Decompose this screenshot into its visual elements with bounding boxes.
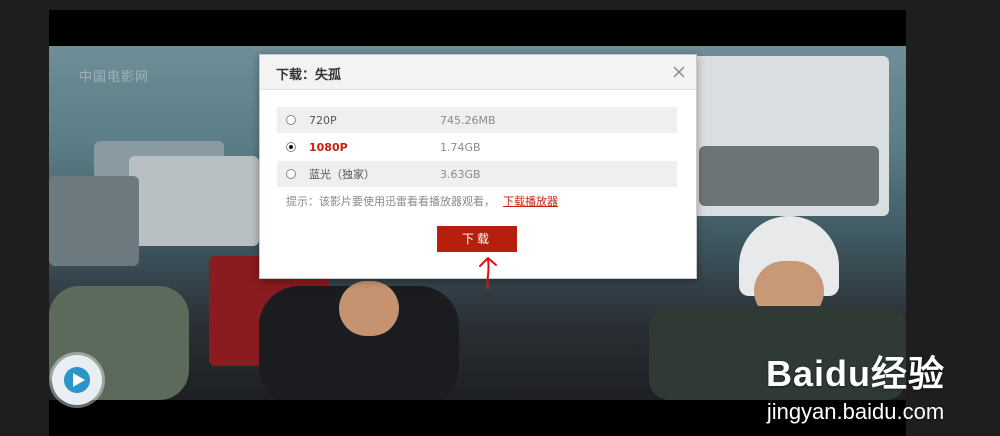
dialog-header: 下载：失孤 — [260, 55, 696, 90]
tip-line: 提示：该影片要使用迅雷看看播放器观看， 下载播放器 — [286, 193, 558, 209]
baidu-watermark: Baidu经验 jingyan.baidu.com — [766, 345, 945, 425]
option-label: 蓝光（独家） — [309, 168, 375, 181]
option-bluray[interactable]: 蓝光（独家） 3.63GB — [277, 161, 677, 187]
baidu-domain: jingyan.baidu.com — [766, 399, 945, 424]
radio-button[interactable] — [286, 115, 296, 125]
option-label: 720P — [309, 113, 337, 127]
option-size: 745.26MB — [440, 113, 496, 127]
option-size: 1.74GB — [440, 140, 481, 154]
dialog-title: 下载：失孤 — [276, 68, 342, 83]
download-player-link[interactable]: 下载播放器 — [503, 195, 558, 208]
option-size: 3.63GB — [440, 167, 481, 181]
baidu-logo: Baidu经验 — [765, 353, 945, 394]
radio-button-selected[interactable] — [286, 142, 296, 152]
option-label: 1080P — [309, 140, 348, 154]
close-icon[interactable] — [670, 63, 688, 81]
download-dialog: 下载：失孤 720P 745.26MB 1080P 1.74GB 蓝光（独家） … — [259, 54, 697, 279]
radio-button[interactable] — [286, 169, 296, 179]
download-button[interactable]: 下载 — [437, 226, 517, 252]
video-watermark: 中国电影网 — [79, 70, 150, 85]
option-1080p[interactable]: 1080P 1.74GB — [277, 134, 677, 160]
arrow-annotation-icon — [474, 254, 504, 294]
play-logo-icon[interactable] — [52, 355, 102, 405]
tip-text: 提示：该影片要使用迅雷看看播放器观看， — [286, 195, 495, 208]
quality-options: 720P 745.26MB 1080P 1.74GB 蓝光（独家） 3.63GB — [277, 107, 677, 188]
option-720p[interactable]: 720P 745.26MB — [277, 107, 677, 133]
